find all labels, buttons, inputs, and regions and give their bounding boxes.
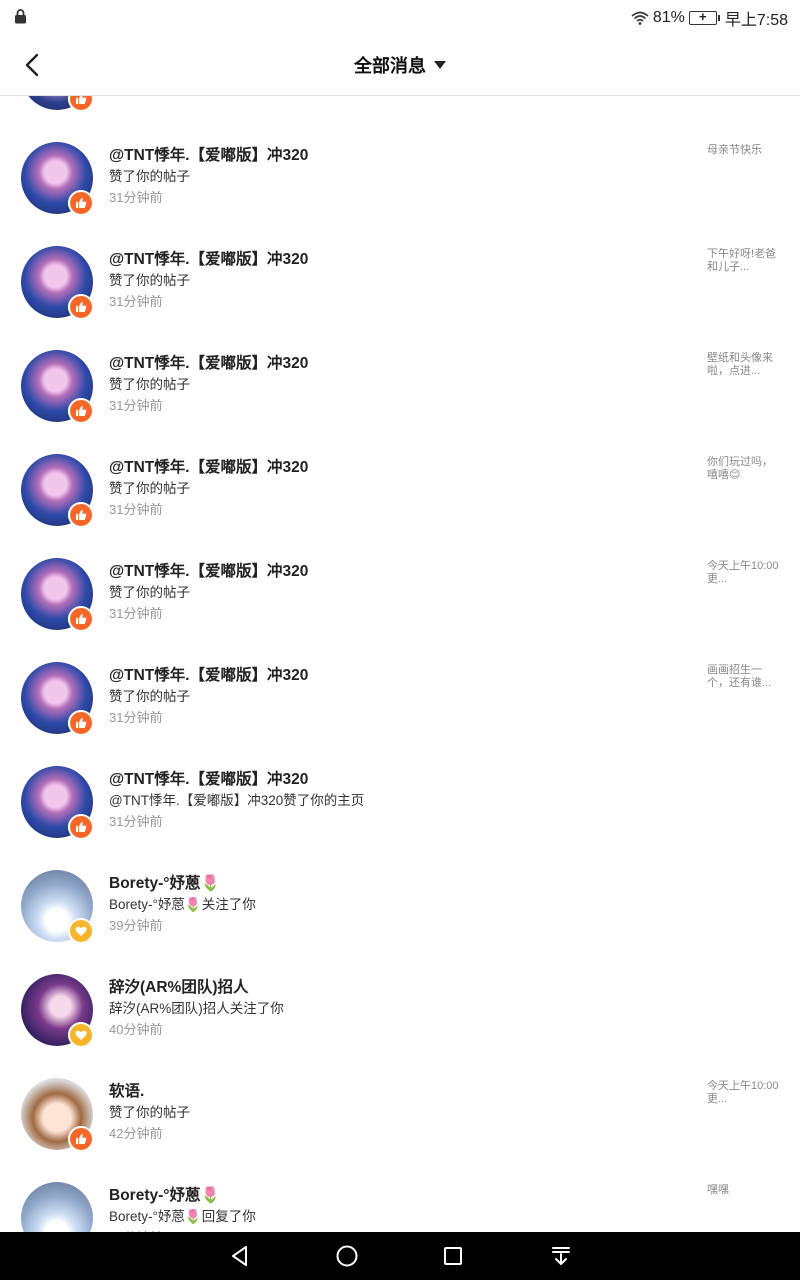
thumbs-up-icon (68, 398, 94, 424)
list-item[interactable]: @TNT悸年.【爱嘟版】冲320 赞了你的帖子 31分钟前 下午好呀!老爸和儿子... (0, 246, 800, 350)
thumbs-up-icon (68, 710, 94, 736)
thumbs-up-icon (68, 1126, 94, 1152)
post-preview[interactable]: 今天上午10:00更... (707, 1080, 783, 1106)
sender-name[interactable]: 辞汐(AR%团队)招人 (109, 975, 249, 997)
message-list[interactable]: @TNT悸年.【爱嘟版】冲320 赞了你的帖子 31分钟前 母亲节快乐 @TNT悸年.【… (0, 96, 800, 1232)
clock: 早上7:58 (724, 12, 788, 29)
list-item[interactable]: @TNT悸年.【爱嘟版】冲320 赞了你的帖子 31分钟前 今天上午10:00更... (0, 558, 800, 662)
sender-name[interactable]: Borety-°妤蒽🌷 (109, 1183, 220, 1205)
message-text: 赞了你的帖子 (109, 273, 190, 288)
heart-icon (68, 918, 94, 944)
post-preview[interactable]: 壁纸和头像来啦，点进... (707, 352, 783, 378)
timestamp: 39分钟前 (109, 918, 163, 933)
sender-name[interactable]: @TNT悸年.【爱嘟版】冲320 (109, 351, 308, 373)
timestamp: 42分钟前 (109, 1126, 163, 1141)
list-item[interactable]: 辞汐(AR%团队)招人辞汐(AR%团队)招人关注了你 40分钟前 (0, 974, 800, 1078)
list-item[interactable]: @TNT悸年.【爱嘟版】冲320 赞了你的帖子 31分钟前 壁纸和头像来啦，点进... (0, 350, 800, 454)
post-preview[interactable]: 今天上午10:00更... (707, 560, 783, 586)
sender-name[interactable]: @TNT悸年.【爱嘟版】冲320 (109, 143, 308, 165)
message-text: 赞了你的帖子 (109, 377, 190, 392)
heart-icon (68, 1022, 94, 1048)
system-nav-bar (0, 1232, 800, 1280)
status-bar: 81% + 早上7:58 (0, 0, 800, 34)
list-item[interactable]: @TNT悸年.【爱嘟版】冲320 @TNT悸年.【爱嘟版】冲320赞了你的主页 31… (0, 766, 800, 870)
message-text: 赞了你的帖子 (109, 169, 190, 184)
post-preview[interactable]: 画画招生一个，还有谁... (707, 664, 783, 690)
post-preview[interactable]: 你们玩过吗，嘻嘻😊 (707, 456, 783, 482)
thumbs-up-icon (68, 606, 94, 632)
sender-name[interactable]: @TNT悸年.【爱嘟版】冲320 (109, 559, 308, 581)
sender-name[interactable]: @TNT悸年.【爱嘟版】冲320 (109, 247, 308, 269)
page-title: 全部消息 (354, 56, 426, 76)
sender-name[interactable]: 软语. (109, 1079, 144, 1101)
message-filter-dropdown[interactable]: 全部消息 (0, 52, 800, 78)
timestamp: 31分钟前 (109, 502, 163, 517)
thumbs-up-icon (68, 190, 94, 216)
list-item[interactable]: @TNT悸年.【爱嘟版】冲320 赞了你的帖子 31分钟前 你们玩过吗，嘻嘻😊 (0, 454, 800, 558)
timestamp: 31分钟前 (109, 398, 163, 413)
battery-percent: 81% (652, 9, 685, 26)
timestamp: 40分钟前 (109, 1022, 163, 1037)
post-preview[interactable]: 下午好呀!老爸和儿子... (707, 248, 783, 274)
thumbs-up-icon (68, 814, 94, 840)
sender-name[interactable]: Borety-°妤蒽🌷 (109, 871, 220, 893)
nav-hide-icon[interactable] (547, 1242, 575, 1270)
app-header: 全部消息 (0, 34, 800, 96)
list-item[interactable]: Borety-°妤蒽🌷 Borety-°妤蒽🌷关注了你 39分钟前 (0, 870, 800, 974)
timestamp: 31分钟前 (109, 814, 163, 829)
avatar[interactable] (21, 1182, 93, 1232)
nav-home-icon[interactable] (333, 1242, 361, 1270)
timestamp: 31分钟前 (109, 606, 163, 621)
list-item[interactable]: @TNT悸年.【爱嘟版】冲320 赞了你的帖子 31分钟前 母亲节快乐 (0, 142, 800, 246)
lock-icon (15, 9, 26, 24)
nav-back-icon[interactable] (226, 1242, 254, 1270)
nav-recents-icon[interactable] (439, 1242, 467, 1270)
timestamp: 31分钟前 (109, 294, 163, 309)
message-text: @TNT悸年.【爱嘟版】冲320赞了你的主页 (109, 793, 365, 808)
sender-name[interactable]: @TNT悸年.【爱嘟版】冲320 (109, 767, 308, 789)
battery-icon: + (688, 9, 720, 25)
list-item[interactable]: 软语. 赞了你的帖子 42分钟前 今天上午10:00更... (0, 1078, 800, 1182)
timestamp: 31分钟前 (109, 710, 163, 725)
message-text: 赞了你的帖子 (109, 585, 190, 600)
sender-name[interactable]: @TNT悸年.【爱嘟版】冲320 (109, 455, 308, 477)
dropdown-triangle-icon (434, 61, 446, 69)
sender-name[interactable]: @TNT悸年.【爱嘟版】冲320 (109, 663, 308, 685)
post-preview[interactable]: 母亲节快乐 (707, 144, 783, 157)
message-text: 赞了你的帖子 (109, 1105, 190, 1120)
message-text: Borety-°妤蒽🌷回复了你 (109, 1209, 256, 1224)
message-text: Borety-°妤蒽🌷关注了你 (109, 897, 256, 912)
thumbs-up-icon (68, 96, 94, 112)
thumbs-up-icon (68, 294, 94, 320)
wifi-icon (631, 11, 649, 25)
list-item[interactable]: Borety-°妤蒽🌷Borety-°妤蒽🌷回复了你43分钟前嘿嘿 (0, 1182, 800, 1232)
message-text: 赞了你的帖子 (109, 481, 190, 496)
timestamp: 31分钟前 (109, 190, 163, 205)
message-text: 辞汐(AR%团队)招人关注了你 (109, 1001, 284, 1016)
thumbs-up-icon (68, 502, 94, 528)
list-item[interactable]: @TNT悸年.【爱嘟版】冲320 赞了你的帖子 31分钟前 画画招生一个，还有谁... (0, 662, 800, 766)
message-text: 赞了你的帖子 (109, 689, 190, 704)
post-preview[interactable]: 嘿嘿 (707, 1184, 783, 1197)
